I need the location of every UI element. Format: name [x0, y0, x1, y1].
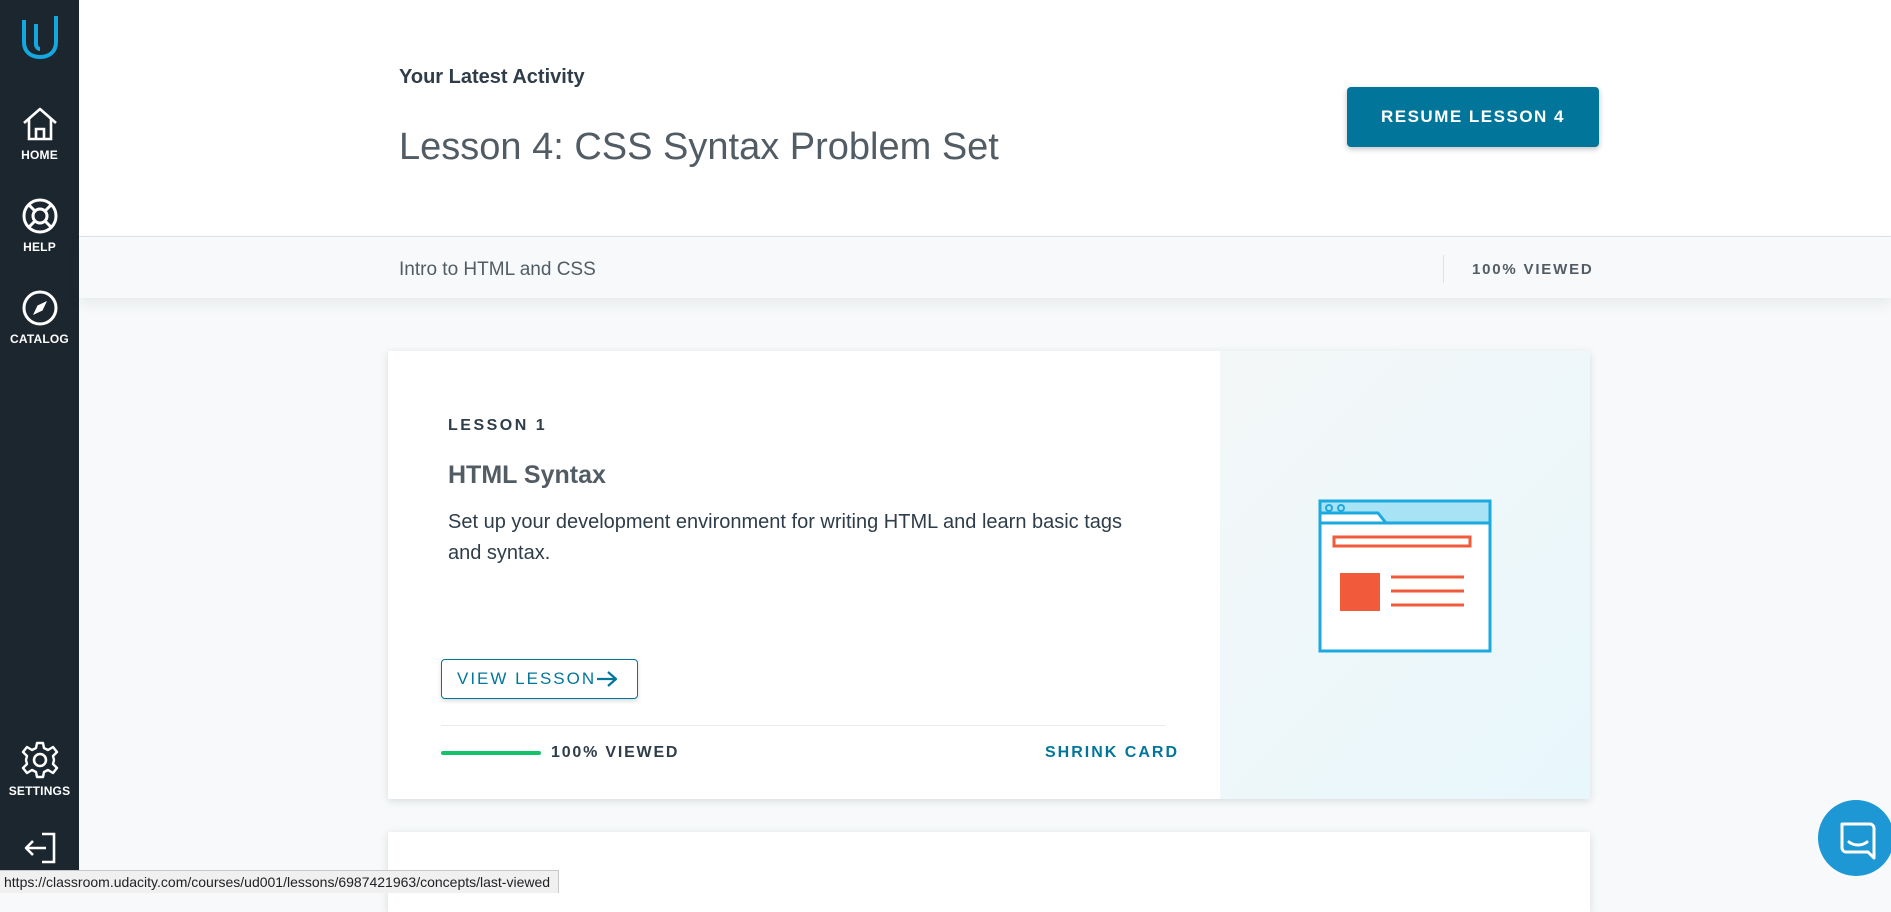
sidebar: HOME HELP CATALOG SETTINGS [0, 0, 79, 892]
logout-button[interactable] [0, 830, 79, 870]
sidebar-item-settings[interactable]: SETTINGS [0, 740, 79, 798]
arrow-right-icon [597, 671, 618, 687]
sidebar-item-label: HOME [21, 148, 58, 162]
shrink-card-button[interactable]: SHRINK CARD [1045, 744, 1179, 762]
page-title: Lesson 4: CSS Syntax Problem Set [399, 126, 999, 168]
sidebar-item-catalog[interactable]: CATALOG [0, 288, 79, 346]
lesson-viewed-status: 100% VIEWED [551, 744, 680, 761]
logout-icon [24, 832, 55, 864]
status-bar-url: https://classroom.udacity.com/courses/ud… [0, 870, 560, 893]
sidebar-item-home[interactable]: HOME [0, 104, 79, 162]
course-viewed-status: 100% VIEWED [1472, 261, 1594, 278]
lifebuoy-icon [22, 198, 57, 234]
lesson-title: HTML Syntax [448, 461, 606, 489]
latest-activity-label: Your Latest Activity [399, 66, 585, 88]
resume-lesson-button[interactable]: RESUME LESSON 4 [1347, 87, 1599, 147]
gear-icon [21, 741, 58, 779]
course-name[interactable]: Intro to HTML and CSS [399, 259, 596, 281]
lesson-card-content: LESSON 1 HTML Syntax Set up your develop… [388, 351, 1220, 799]
sidebar-item-help[interactable]: HELP [0, 196, 79, 254]
home-icon [22, 107, 57, 141]
lesson-card: LESSON 1 HTML Syntax Set up your develop… [388, 351, 1590, 799]
progress-fill [441, 751, 541, 755]
progress-bar [441, 751, 541, 755]
sidebar-item-label: CATALOG [10, 332, 69, 346]
view-lesson-label: VIEW LESSON [457, 669, 597, 688]
udacity-logo-icon[interactable] [20, 14, 60, 60]
lesson-description: Set up your development environment for … [448, 511, 1123, 564]
browser-window-icon [1318, 499, 1492, 653]
view-lesson-button[interactable]: VIEW LESSON [441, 659, 638, 699]
compass-icon [22, 290, 57, 326]
divider [1443, 255, 1444, 283]
sidebar-item-label: SETTINGS [8, 784, 71, 798]
course-bar: Intro to HTML and CSS 100% VIEWED [79, 237, 1891, 298]
chat-button[interactable] [1818, 800, 1891, 876]
lesson-illustration-panel [1220, 351, 1590, 799]
latest-activity-header: Your Latest Activity Lesson 4: CSS Synta… [79, 0, 1891, 237]
sidebar-item-label: HELP [23, 240, 56, 254]
lesson-number: LESSON 1 [448, 417, 548, 434]
chat-icon [1840, 822, 1876, 860]
lesson-card [388, 832, 1590, 912]
divider [441, 725, 1165, 726]
